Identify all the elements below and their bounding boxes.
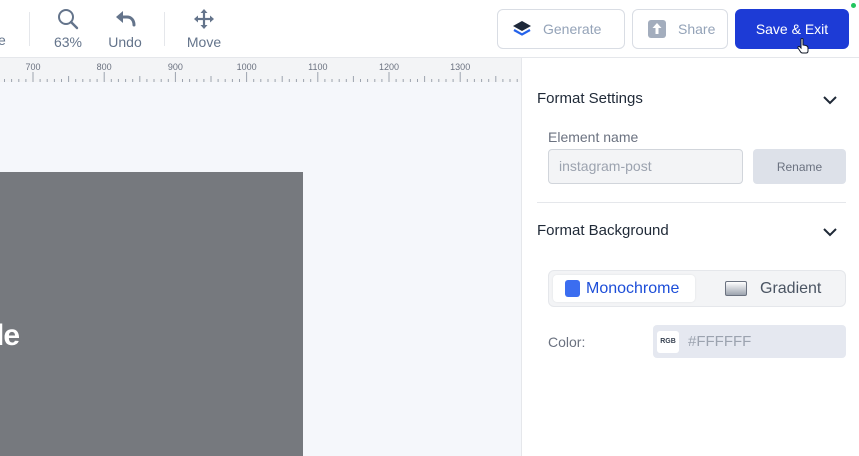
generate-label: Generate: [543, 21, 602, 37]
search-icon: [57, 8, 79, 34]
move-label: Move: [186, 34, 222, 50]
share-button[interactable]: Share: [632, 9, 728, 49]
color-field[interactable]: RGB #FFFFFF: [653, 325, 846, 358]
element-name-label: Element name: [548, 129, 639, 145]
toolbar-divider: [164, 12, 165, 46]
background-mode-toggle: Monochrome Gradient: [548, 270, 846, 307]
layers-icon: [512, 19, 532, 39]
properties-panel: Format Settings Element name instagram-p…: [521, 58, 859, 456]
element-name-input[interactable]: instagram-post: [548, 149, 743, 184]
format-background-title: Format Background: [537, 222, 669, 239]
toolbar-divider: [29, 12, 30, 46]
chevron-down-icon[interactable]: [823, 92, 837, 110]
generate-button[interactable]: Generate: [497, 9, 625, 49]
ruler-tick-label: 700: [25, 62, 40, 72]
toolbar-truncated-label[interactable]: e: [0, 32, 6, 48]
gradient-option[interactable]: Gradient: [725, 275, 821, 302]
status-indicator: [851, 3, 856, 8]
undo-icon: [114, 8, 136, 34]
monochrome-label: Monochrome: [586, 279, 680, 297]
ruler-tick-label: 1100: [308, 62, 327, 72]
design-canvas[interactable]: le: [0, 82, 521, 456]
format-settings-title: Format Settings: [537, 90, 643, 107]
upload-icon: [647, 19, 667, 39]
section-divider: [537, 202, 846, 203]
monochrome-swatch-icon: [565, 280, 580, 297]
move-button[interactable]: Move: [174, 8, 234, 52]
gradient-swatch-icon: [725, 281, 747, 296]
color-hex-value[interactable]: #FFFFFF: [688, 333, 751, 350]
ruler-tick-label: 900: [168, 62, 183, 72]
color-label: Color:: [548, 334, 586, 350]
zoom-level: 63%: [53, 34, 83, 50]
monochrome-option[interactable]: Monochrome: [553, 275, 695, 302]
ruler-tick-label: 1000: [237, 62, 257, 72]
horizontal-ruler: 700 800 900 1000 1100 1200 1300: [0, 58, 521, 82]
pointer-cursor-icon: [797, 38, 809, 59]
zoom-button[interactable]: 63%: [38, 8, 98, 52]
rgb-mode-chip[interactable]: RGB: [657, 330, 679, 353]
top-toolbar: e 63% Undo Move Generate Share Save & Ex…: [0, 0, 859, 58]
rename-button[interactable]: Rename: [753, 149, 846, 184]
ruler-tick-label: 1300: [450, 62, 470, 72]
undo-button[interactable]: Undo: [95, 8, 155, 52]
gradient-label: Gradient: [760, 279, 822, 297]
save-exit-button[interactable]: Save & Exit: [735, 9, 849, 49]
chevron-down-icon[interactable]: [823, 224, 837, 242]
move-icon: [193, 8, 215, 34]
ruler-tick-label: 1200: [379, 62, 399, 72]
ruler-scale: 700 800 900 1000 1100 1200 1300: [4, 62, 518, 82]
artboard-text[interactable]: le: [0, 319, 20, 353]
share-label: Share: [678, 21, 716, 37]
ruler-tick-label: 800: [97, 62, 112, 72]
undo-label: Undo: [108, 34, 142, 50]
artboard[interactable]: le: [0, 172, 303, 456]
